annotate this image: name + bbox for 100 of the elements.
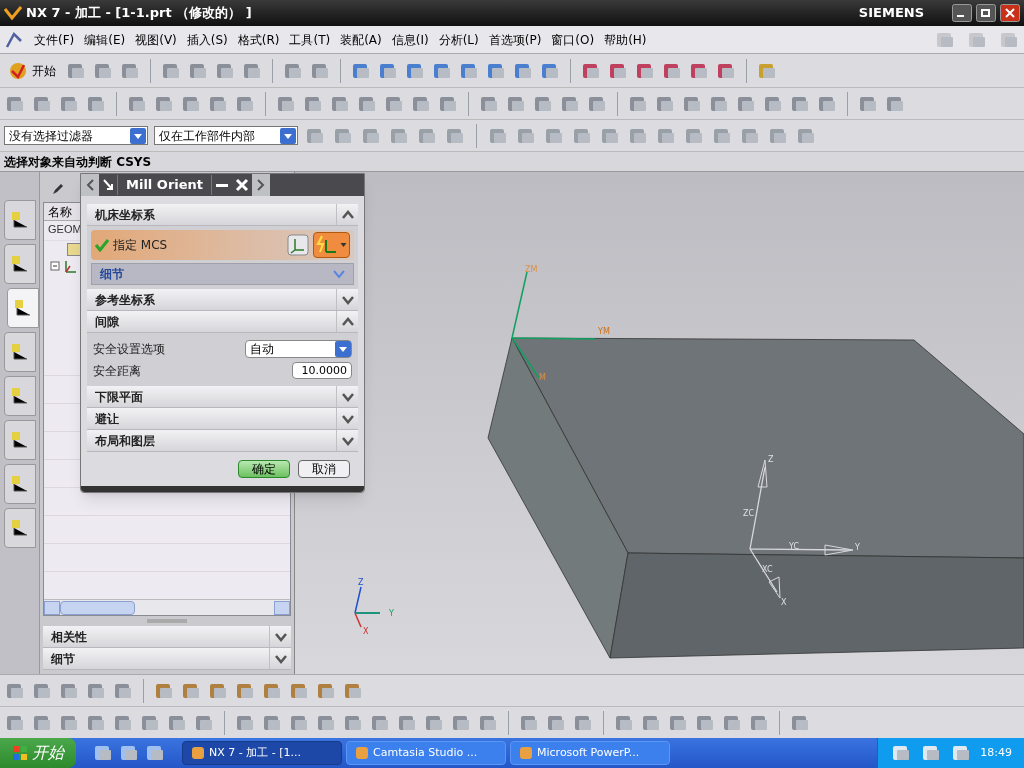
row-label: 指定 MCS — [113, 237, 169, 254]
section-title: 避让 — [94, 410, 120, 428]
ok-button[interactable]: 确定 — [238, 460, 290, 478]
tab-icon — [9, 430, 30, 450]
section-header[interactable]: 参考坐标系 — [87, 289, 358, 311]
resource-tab[interactable] — [3, 244, 36, 284]
resource-tab[interactable] — [3, 508, 36, 548]
expand-icon[interactable] — [273, 631, 288, 642]
expand-icon[interactable] — [273, 653, 288, 664]
restore-icon[interactable] — [976, 4, 996, 22]
collapse-icon[interactable] — [340, 209, 355, 220]
menu-item[interactable]: 帮助(H) — [604, 30, 647, 49]
windows-logo-icon — [12, 745, 28, 761]
tab-icon — [12, 298, 33, 318]
menu-item[interactable]: 信息(I) — [391, 30, 429, 49]
select-field[interactable]: 自动 — [245, 339, 352, 358]
dialog-title: Mill Orient — [117, 175, 213, 195]
section-header[interactable]: 机床坐标系 — [87, 204, 358, 226]
details-subsection-header[interactable]: 细节 — [91, 263, 354, 285]
forward-icon[interactable] — [252, 174, 271, 196]
csys-dialog-icon[interactable] — [287, 234, 309, 256]
menu-item[interactable]: 首选项(P) — [488, 30, 542, 49]
resource-tab[interactable] — [3, 420, 36, 460]
axis-label: ZC — [743, 509, 755, 518]
menu-item[interactable]: 格式(R) — [237, 30, 280, 49]
menu-item[interactable]: 视图(V) — [135, 30, 177, 49]
menu-item[interactable]: 分析(L) — [438, 30, 479, 49]
tab-icon — [9, 474, 30, 494]
resource-tab[interactable] — [3, 200, 36, 240]
section-header[interactable]: 布局和图层 — [87, 430, 358, 452]
app-logo-icon — [4, 6, 22, 20]
axis-label: Y — [855, 543, 860, 552]
expand-icon[interactable] — [340, 391, 355, 402]
cancel-button[interactable]: 取消 — [298, 460, 350, 478]
axis-label: XC — [762, 565, 773, 574]
tab-icon — [9, 518, 30, 538]
section-title: 相关性 — [50, 628, 88, 646]
caret-icon — [340, 243, 347, 247]
horizontal-scrollbar[interactable] — [44, 599, 290, 615]
menu-item[interactable]: 文件(F) — [34, 30, 75, 49]
menu-item[interactable]: 工具(T) — [289, 30, 331, 49]
section-title: 机床坐标系 — [94, 206, 156, 224]
menu-item[interactable]: 装配(A) — [340, 30, 382, 49]
tab-icon — [9, 210, 30, 230]
section-header[interactable]: 下限平面 — [87, 386, 358, 408]
section-title: 间隙 — [94, 313, 120, 331]
axis-label: Z — [358, 578, 364, 587]
start-logo-icon — [8, 60, 28, 81]
taskbar-task[interactable]: NX 7 - 加工 - [1... — [182, 741, 342, 765]
specify-mcs-row[interactable]: 指定 MCS — [91, 230, 354, 260]
section-title: 下限平面 — [94, 388, 144, 406]
number-input[interactable]: 10.0000 — [292, 362, 352, 379]
start-menu-button[interactable]: 开始 — [4, 57, 60, 84]
clock: 18:49 — [980, 744, 1012, 761]
axis-label: Y — [389, 609, 394, 618]
field-label: 安全设置选项 — [93, 340, 166, 358]
resource-tab[interactable] — [3, 464, 36, 504]
section-title: 布局和图层 — [94, 432, 156, 450]
expand-icon — [333, 269, 345, 279]
menu-item[interactable]: 窗口(O) — [551, 30, 595, 49]
window-title: NX 7 - 加工 - [1-1.prt （修改的） ] — [26, 4, 253, 23]
axis-label: X — [781, 598, 787, 607]
filter-dropdown[interactable]: 仅在工作部件内部 — [154, 126, 298, 145]
section-header[interactable]: 避让 — [87, 408, 358, 430]
minimize-icon[interactable] — [952, 4, 972, 22]
axis-label: ZM — [525, 265, 538, 274]
axis-label: X — [363, 627, 369, 636]
filter-dropdown[interactable]: 没有选择过滤器 — [4, 126, 148, 145]
expand-icon[interactable] — [340, 435, 355, 446]
axis-label: M — [539, 373, 546, 382]
subsection-title: 细节 — [100, 266, 125, 283]
section-header[interactable]: 相关性 — [43, 626, 291, 648]
tab-icon — [9, 386, 30, 406]
menu-item[interactable]: 插入(S) — [186, 30, 228, 49]
section-title: 细节 — [50, 650, 76, 668]
axis-label: Z — [768, 455, 774, 464]
back-icon[interactable] — [81, 174, 99, 196]
tab-icon — [9, 254, 30, 274]
field-label: 安全距离 — [93, 362, 142, 380]
cue-text: 选择对象来自动判断 CSYS — [4, 153, 152, 171]
inferred-csys-button[interactable] — [313, 232, 350, 258]
resource-tab[interactable] — [3, 332, 36, 372]
collapse-icon[interactable] — [340, 316, 355, 327]
section-header[interactable]: 细节 — [43, 648, 291, 670]
start-button[interactable]: 开始 — [0, 738, 76, 768]
close-icon[interactable] — [1000, 4, 1020, 22]
brand-name: SIEMENS — [858, 4, 924, 23]
section-header[interactable]: 间隙 — [87, 311, 358, 333]
expand-icon[interactable] — [340, 294, 355, 305]
folder-icon — [67, 243, 82, 256]
resource-tab[interactable] — [3, 376, 36, 416]
taskbar-task[interactable]: Microsoft PowerP... — [510, 741, 670, 765]
menu-item[interactable]: 编辑(E) — [84, 30, 126, 49]
section-title: 参考坐标系 — [94, 291, 156, 309]
app-icon — [191, 746, 205, 760]
pencil-icon — [51, 182, 65, 196]
resource-tab[interactable] — [6, 288, 39, 328]
axis-label: YC — [789, 542, 800, 551]
taskbar-task[interactable]: Camtasia Studio ... — [346, 741, 506, 765]
expand-icon[interactable] — [340, 413, 355, 424]
